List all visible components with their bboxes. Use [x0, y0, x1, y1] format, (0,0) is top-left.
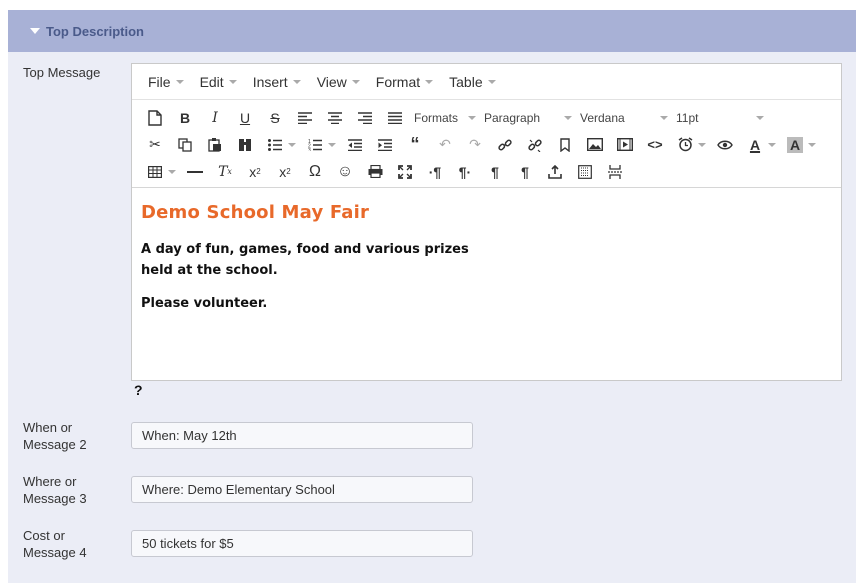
numbered-list-icon[interactable]: 123: [300, 132, 336, 158]
chevron-down-icon: [564, 115, 572, 120]
help-icon[interactable]: ?: [134, 382, 143, 398]
template-icon[interactable]: [570, 159, 600, 185]
chevron-down-icon: [487, 79, 496, 84]
paste-icon[interactable]: [200, 132, 230, 158]
code-icon[interactable]: <>: [640, 132, 670, 158]
paragraph-dropdown[interactable]: Paragraph: [480, 105, 576, 131]
font-family-dropdown[interactable]: Verdana: [576, 105, 672, 131]
chevron-down-icon: [351, 79, 360, 84]
cut-icon[interactable]: ✂: [140, 132, 170, 158]
bookmark-icon[interactable]: [550, 132, 580, 158]
undo-icon[interactable]: ↶: [430, 132, 460, 158]
when-label: When or Message 2: [23, 420, 87, 452]
emoticons-icon[interactable]: ☺: [330, 159, 360, 185]
page-break-icon[interactable]: [600, 159, 630, 185]
superscript-icon[interactable]: x2: [270, 159, 300, 185]
align-center-icon[interactable]: [320, 105, 350, 131]
media-icon[interactable]: [610, 132, 640, 158]
unlink-icon[interactable]: [520, 132, 550, 158]
content-paragraph-2: Please volunteer.: [141, 296, 268, 311]
italic-icon[interactable]: I: [200, 105, 230, 131]
upload-icon[interactable]: [540, 159, 570, 185]
rich-text-editor[interactable]: File Edit Insert View Format Table B I U…: [131, 63, 842, 381]
menu-file[interactable]: File: [142, 74, 190, 90]
show-blocks-icon[interactable]: ¶: [510, 159, 540, 185]
menu-insert[interactable]: Insert: [247, 74, 307, 90]
cost-label: Cost or Message 4: [23, 528, 87, 560]
rtl-direction-icon[interactable]: ¶·: [450, 159, 480, 185]
chevron-down-icon: [660, 115, 668, 120]
menu-edit[interactable]: Edit: [194, 74, 243, 90]
collapse-triangle-icon[interactable]: [30, 28, 40, 34]
indent-icon[interactable]: [370, 132, 400, 158]
link-icon[interactable]: [490, 132, 520, 158]
find-replace-icon[interactable]: [230, 132, 260, 158]
chevron-down-icon: [175, 79, 184, 84]
panel-header[interactable]: Top Description: [8, 10, 856, 52]
image-icon[interactable]: [580, 132, 610, 158]
text-color-icon[interactable]: A: [740, 132, 776, 158]
copy-icon[interactable]: [170, 132, 200, 158]
clear-formatting-icon[interactable]: Tx: [210, 159, 240, 185]
editor-toolbar: B I U S Formats Paragraph Verdana 11pt ✂: [132, 100, 841, 188]
chevron-down-icon: [756, 115, 764, 120]
table-icon[interactable]: [140, 159, 176, 185]
bold-icon[interactable]: B: [170, 105, 200, 131]
print-icon[interactable]: [360, 159, 390, 185]
formats-dropdown[interactable]: Formats: [410, 105, 480, 131]
bullet-list-icon[interactable]: [260, 132, 296, 158]
editor-menubar: File Edit Insert View Format Table: [132, 64, 841, 100]
content-heading: Demo School May Fair: [141, 202, 370, 223]
align-left-icon[interactable]: [290, 105, 320, 131]
new-document-icon[interactable]: [140, 105, 170, 131]
when-input[interactable]: When: May 12th: [131, 422, 473, 449]
where-label: Where or Message 3: [23, 474, 87, 506]
blockquote-icon[interactable]: “: [400, 132, 430, 158]
svg-text:3: 3: [308, 148, 311, 151]
chevron-down-icon: [468, 115, 476, 120]
special-character-icon[interactable]: Ω: [300, 159, 330, 185]
content-paragraph-1: A day of fun, games, food and various pr…: [141, 242, 469, 278]
underline-icon[interactable]: U: [230, 105, 260, 131]
outdent-icon[interactable]: [340, 132, 370, 158]
redo-icon[interactable]: ↷: [460, 132, 490, 158]
cost-input[interactable]: 50 tickets for $5: [131, 530, 473, 557]
panel-title: Top Description: [46, 23, 144, 39]
preview-eye-icon[interactable]: [710, 132, 740, 158]
menu-table[interactable]: Table: [443, 74, 501, 90]
fullscreen-icon[interactable]: [390, 159, 420, 185]
background-color-icon[interactable]: A: [780, 132, 816, 158]
chevron-down-icon: [292, 79, 301, 84]
menu-format[interactable]: Format: [370, 74, 439, 90]
align-justify-icon[interactable]: [380, 105, 410, 131]
chevron-down-icon: [228, 79, 237, 84]
where-input[interactable]: Where: Demo Elementary School: [131, 476, 473, 503]
subscript-icon[interactable]: x2: [240, 159, 270, 185]
menu-view[interactable]: View: [311, 74, 366, 90]
paragraph-mark-icon[interactable]: ¶: [480, 159, 510, 185]
horizontal-line-icon[interactable]: [180, 159, 210, 185]
editor-content-area[interactable]: Demo School May Fair A day of fun, games…: [132, 188, 841, 340]
top-message-label: Top Message: [23, 65, 101, 80]
ltr-direction-icon[interactable]: ·¶: [420, 159, 450, 185]
strikethrough-icon[interactable]: S: [260, 105, 290, 131]
chevron-down-icon: [425, 79, 434, 84]
align-right-icon[interactable]: [350, 105, 380, 131]
alarm-clock-icon[interactable]: [670, 132, 706, 158]
font-size-dropdown[interactable]: 11pt: [672, 105, 768, 131]
